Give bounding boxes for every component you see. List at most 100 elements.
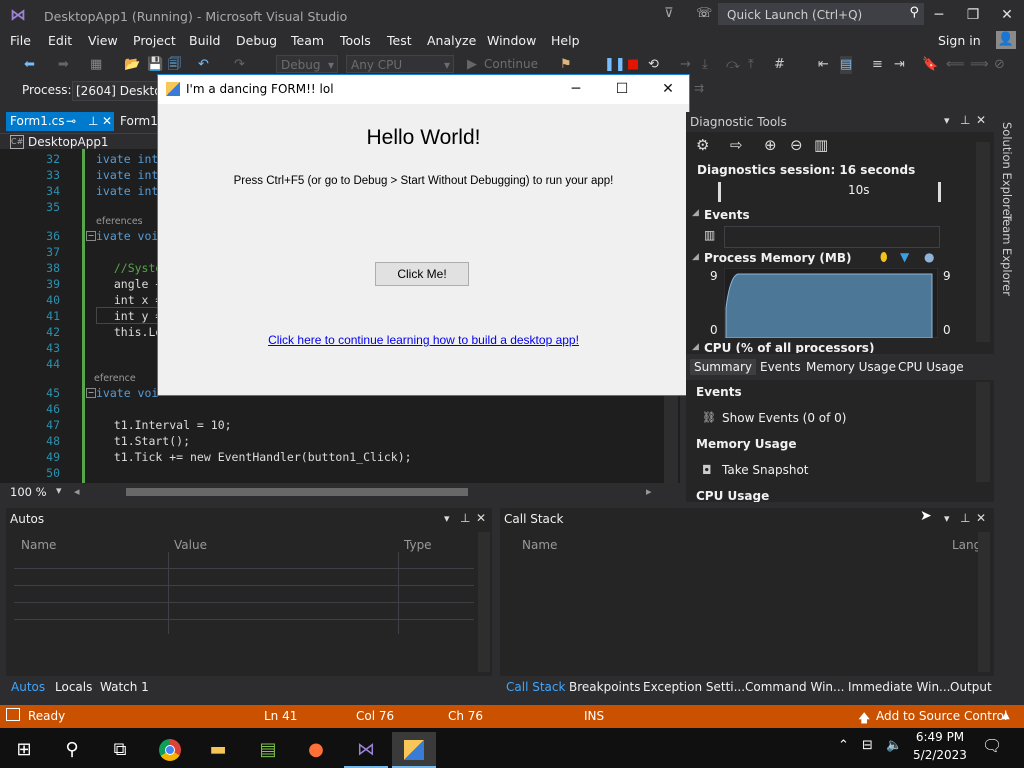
summary-scrollbar[interactable] — [976, 382, 990, 482]
zoom-in-icon[interactable]: ⊕ — [764, 136, 777, 154]
close-button[interactable]: ✕ — [994, 0, 1020, 30]
tab-immediate-window[interactable]: Immediate Win... — [848, 680, 951, 694]
pin-icon[interactable]: ⊥ — [960, 511, 970, 525]
platform-select[interactable]: Any CPU ▾ — [346, 55, 454, 73]
chevron-up-icon[interactable]: ⌃ — [838, 738, 849, 753]
save-all-icon[interactable]: 🗐 — [168, 56, 181, 74]
start-windows-icon[interactable]: ⊞ — [2, 732, 46, 768]
search-icon[interactable]: ⚲ — [909, 5, 919, 20]
process-select[interactable]: [2604] Desktop — [72, 81, 163, 101]
timeline-start-handle[interactable] — [718, 182, 721, 202]
codelens-references[interactable]: eference — [94, 373, 136, 384]
tab-output[interactable]: Output — [950, 680, 992, 694]
tab-exception-settings[interactable]: Exception Setti... — [643, 680, 745, 694]
dialog-title-bar[interactable]: I'm a dancing FORM!! lol ─ ☐ ✕ — [158, 75, 689, 104]
back-icon[interactable]: ⬅ — [24, 56, 35, 74]
pin-icon[interactable]: ⊥ — [960, 113, 970, 127]
notifications-icon[interactable]: 🗨 — [982, 736, 1002, 755]
events-track[interactable] — [724, 226, 940, 248]
menu-file[interactable]: File — [10, 33, 31, 48]
expand-arrow-icon[interactable]: ◢ — [692, 252, 699, 262]
process-icon[interactable]: ⚑ — [560, 56, 572, 74]
pause-events-icon[interactable]: ▥ — [704, 228, 715, 242]
dialog-minimize-button[interactable]: ─ — [553, 75, 599, 104]
tab-breakpoints[interactable]: Breakpoints — [569, 680, 640, 694]
col-name[interactable]: Name — [522, 538, 557, 552]
hex-display-icon[interactable]: # — [774, 56, 785, 74]
scroll-left-icon[interactable]: ◂ — [74, 485, 80, 498]
tab-watch-1[interactable]: Watch 1 — [100, 680, 149, 694]
running-form-app-icon[interactable] — [392, 732, 436, 768]
menu-tools[interactable]: Tools — [340, 33, 371, 48]
expand-arrow-icon[interactable]: ◢ — [692, 208, 699, 218]
open-file-icon[interactable]: 📂 — [124, 56, 140, 74]
solution-explorer-tab[interactable]: Solution Explorer — [1000, 122, 1014, 220]
pin-icon[interactable]: ⊸ — [66, 112, 76, 131]
sign-in-link[interactable]: Sign in — [938, 33, 981, 48]
reset-zoom-icon[interactable]: ▥ — [814, 136, 828, 154]
pin-icon[interactable]: ⊥ — [460, 511, 470, 525]
dancing-form-window[interactable]: I'm a dancing FORM!! lol ─ ☐ ✕ Hello Wor… — [157, 74, 690, 396]
diag-scrollbar[interactable] — [976, 142, 990, 342]
menu-window[interactable]: Window — [487, 33, 536, 48]
clock-time[interactable]: 6:49 PM — [914, 730, 966, 744]
stop-icon[interactable]: ■ — [627, 56, 639, 74]
codelens-references[interactable]: eferences — [96, 216, 143, 227]
filter-icon[interactable]: ⊽ — [664, 6, 674, 21]
team-explorer-tab[interactable]: Team Explorer — [1000, 214, 1014, 296]
thread-icon[interactable]: ⇉ — [694, 81, 704, 95]
call-stack-scrollbar[interactable] — [978, 532, 990, 672]
new-project-icon[interactable]: ▦ — [90, 56, 102, 74]
menu-build[interactable]: Build — [189, 33, 220, 48]
expand-arrow-icon[interactable]: ◢ — [692, 342, 699, 352]
visual-studio-icon[interactable]: ⋈ — [344, 732, 388, 768]
indent-icon[interactable]: ⇥ — [894, 56, 905, 74]
horizontal-scroll-thumb[interactable] — [126, 488, 468, 496]
file-explorer-icon[interactable]: ▬ — [196, 732, 240, 768]
volume-icon[interactable]: 🔈 — [886, 738, 902, 753]
menu-project[interactable]: Project — [133, 33, 176, 48]
collapse-icon[interactable]: − — [86, 231, 96, 241]
close-panel-icon[interactable]: ✕ — [476, 511, 486, 525]
menu-help[interactable]: Help — [551, 33, 580, 48]
menu-test[interactable]: Test — [387, 33, 412, 48]
tab-cpu-usage[interactable]: CPU Usage — [898, 360, 964, 374]
continue-button[interactable]: Continue — [484, 57, 538, 71]
account-avatar-icon[interactable]: 👤 — [996, 31, 1016, 49]
tab-events[interactable]: Events — [760, 360, 801, 374]
redo-icon[interactable]: ↷ — [234, 56, 245, 74]
take-snapshot-button[interactable]: Take Snapshot — [722, 463, 809, 477]
scroll-right-icon[interactable]: ▸ — [646, 485, 652, 498]
toggle-diag-icon[interactable]: ▤ — [840, 56, 853, 74]
tab-memory-usage[interactable]: Memory Usage — [806, 360, 896, 374]
restart-icon[interactable]: ⟲ — [648, 56, 659, 74]
chevron-up-icon[interactable]: ▲ — [1002, 710, 1010, 721]
step-out-icon[interactable]: ⤒ — [748, 56, 754, 74]
show-events-link[interactable]: Show Events (0 of 0) — [722, 411, 846, 425]
autos-scrollbar[interactable] — [478, 532, 490, 672]
feedback-icon[interactable]: ☏ — [696, 6, 712, 21]
minimize-button[interactable]: ─ — [926, 0, 952, 30]
learn-more-link[interactable]: Click here to continue learning how to b… — [158, 333, 689, 347]
add-to-source-control[interactable]: Add to Source Control — [876, 709, 1007, 723]
continue-play-icon[interactable]: ▶ — [467, 56, 477, 74]
menu-analyze[interactable]: Analyze — [427, 33, 476, 48]
notepad-app-icon[interactable]: ▤ — [246, 732, 290, 768]
format-icon[interactable]: ≡ — [872, 56, 883, 74]
show-next-statement-icon[interactable]: → — [680, 56, 691, 74]
dialog-maximize-button[interactable]: ☐ — [599, 75, 645, 104]
chrome-icon[interactable] — [148, 732, 192, 768]
export-icon[interactable]: ⇨ — [730, 136, 743, 154]
step-into-icon[interactable]: ⤓ — [702, 56, 708, 74]
tab-locals[interactable]: Locals — [55, 680, 92, 694]
next-bookmark-icon[interactable]: ⟹ — [970, 56, 989, 74]
doc-tab-form1-cs[interactable]: Form1.cs ⊸ ⊥ ✕ — [6, 112, 114, 131]
bookmark-icon[interactable]: 🔖 — [922, 56, 938, 74]
close-panel-icon[interactable]: ✕ — [976, 511, 986, 525]
zoom-level[interactable]: 100 % — [10, 485, 47, 499]
save-icon[interactable]: 💾 — [147, 56, 163, 74]
tab-command-window[interactable]: Command Win... — [745, 680, 844, 694]
prev-bookmark-icon[interactable]: ⟸ — [946, 56, 965, 74]
panel-menu-icon[interactable]: ▾ — [944, 512, 950, 525]
search-icon[interactable]: ⚲ — [50, 732, 94, 768]
